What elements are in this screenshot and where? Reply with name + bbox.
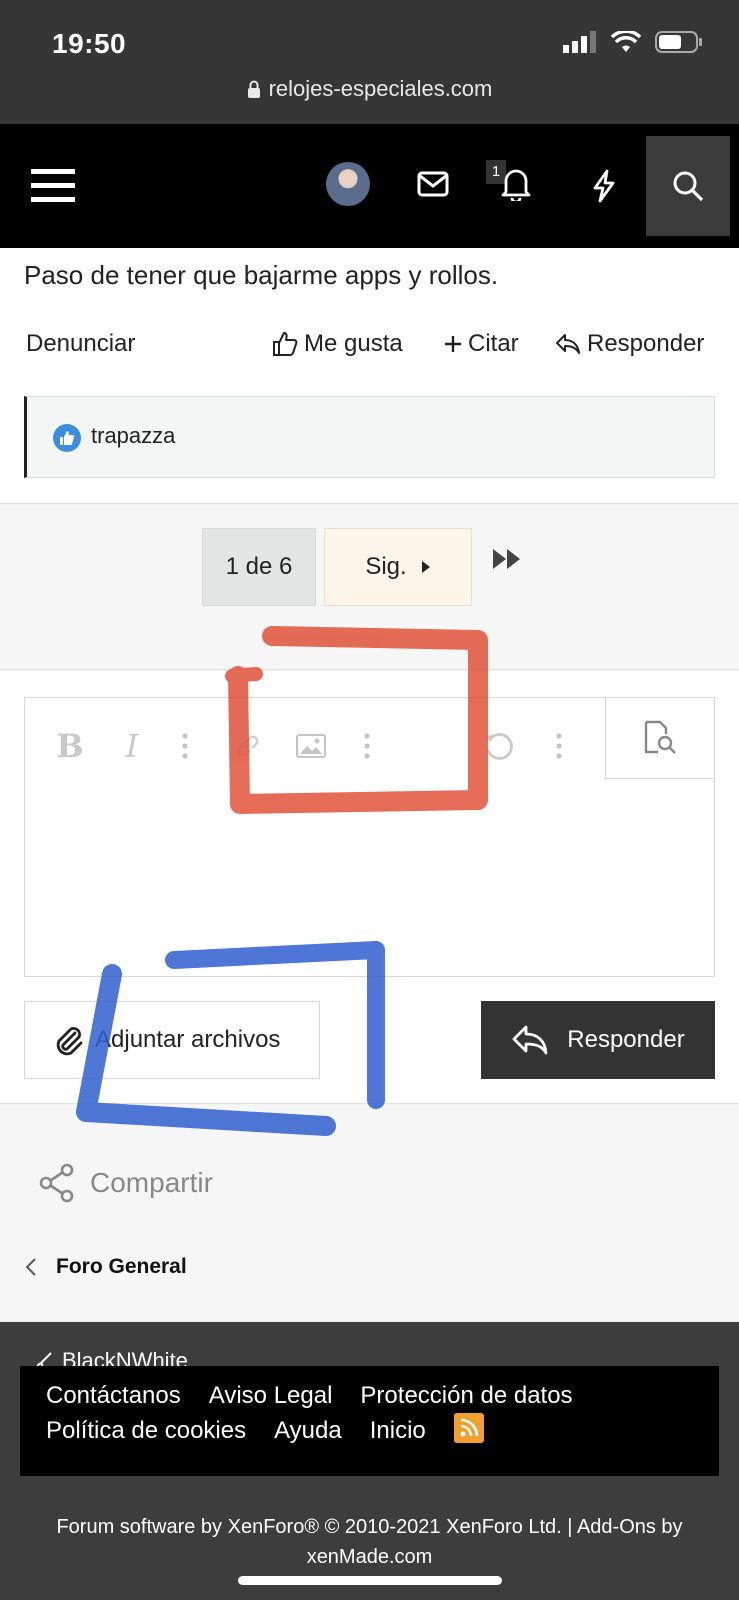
next-page-label: Sig. <box>365 553 407 580</box>
submit-reply-label: Responder <box>567 1026 685 1053</box>
footer-link-contact[interactable]: Contáctanos <box>46 1378 181 1413</box>
footer-link-privacy[interactable]: Protección de datos <box>360 1378 572 1413</box>
paperclip-icon <box>56 1027 83 1056</box>
italic-icon[interactable]: I <box>117 726 147 766</box>
plus-icon <box>445 336 461 352</box>
alerts-button[interactable] <box>494 160 538 208</box>
reaction-username: trapazza <box>91 423 176 448</box>
attach-files-button[interactable]: Adjuntar archivos <box>24 1001 320 1079</box>
bold-icon[interactable]: B <box>55 726 85 766</box>
preview-icon <box>644 720 676 754</box>
image-icon[interactable] <box>295 726 327 766</box>
reply-icon <box>556 334 580 354</box>
more-history-icon[interactable] <box>551 726 567 766</box>
url-text: relojes-especiales.com <box>268 76 493 101</box>
wifi-icon <box>611 31 641 52</box>
status-icons <box>563 30 703 54</box>
url-bar[interactable]: relojes-especiales.com <box>0 76 739 102</box>
post: Paso de tener que bajarme apps y rollos.… <box>0 248 739 504</box>
user-avatar[interactable] <box>326 162 370 206</box>
copyright: Forum software by XenForo® © 2010-2021 X… <box>0 1512 739 1572</box>
hamburger-icon <box>31 169 75 202</box>
last-page-button[interactable] <box>492 548 532 586</box>
reply-link[interactable]: Responder <box>555 330 704 358</box>
link-icon[interactable] <box>233 726 263 766</box>
fast-forward-icon <box>493 549 520 569</box>
page-jump-button[interactable]: 1 de 6 <box>202 528 316 606</box>
rss-icon[interactable] <box>453 1413 484 1443</box>
browser-status-bar: 19:50 relojes-especiales.com <box>0 0 739 124</box>
quote-button[interactable]: Citar <box>444 330 519 358</box>
bell-icon <box>501 169 531 201</box>
share-button[interactable]: Compartir <box>38 1163 213 1203</box>
lightning-icon <box>593 169 615 203</box>
quote-label: Citar <box>468 330 519 357</box>
signal-icon <box>563 31 596 53</box>
reactions-bar[interactable]: trapazza <box>24 396 715 478</box>
lock-icon <box>247 80 260 98</box>
copyright-line-2[interactable]: xenMade.com <box>24 1542 715 1572</box>
preview-button[interactable] <box>605 697 715 779</box>
more-options-icon[interactable] <box>177 726 193 766</box>
chevron-left-icon <box>26 1258 36 1276</box>
footer: BlackNWhite Contáctanos Aviso Legal Prot… <box>0 1322 739 1600</box>
share-icon <box>39 1163 74 1203</box>
pagination-area: 1 de 6 Sig. <box>0 505 739 670</box>
footer-link-home[interactable]: Inicio <box>370 1413 426 1448</box>
breadcrumb[interactable]: Foro General <box>26 1255 187 1279</box>
reply-label: Responder <box>587 330 705 357</box>
search-icon <box>673 171 704 202</box>
next-page-button[interactable]: Sig. <box>324 528 472 606</box>
message-editor[interactable]: B I <box>24 697 715 977</box>
forum-navbar: 1 <box>0 124 739 248</box>
battery-icon <box>655 31 702 53</box>
home-indicator <box>238 1576 502 1585</box>
more-insert-icon[interactable] <box>359 726 375 766</box>
quick-reply: B I Adjuntar archivos Responder <box>0 671 739 1104</box>
copyright-line-1: Forum software by XenForo® © 2010-2021 X… <box>56 1516 683 1538</box>
reply-arrow-icon <box>512 1025 548 1055</box>
attach-files-label: Adjuntar archivos <box>95 1026 281 1053</box>
report-link[interactable]: Denunciar <box>26 330 135 358</box>
menu-button[interactable] <box>26 160 80 210</box>
report-label: Denunciar <box>26 330 136 357</box>
like-button[interactable]: Me gusta <box>272 330 403 358</box>
thumbs-up-icon <box>273 332 298 356</box>
status-time: 19:50 <box>52 28 127 59</box>
share-area: Compartir Foro General <box>0 1105 739 1320</box>
like-reaction-icon <box>53 424 81 452</box>
share-label: Compartir <box>90 1167 213 1198</box>
mail-icon <box>417 171 449 197</box>
breadcrumb-label: Foro General <box>56 1255 187 1278</box>
footer-links: Contáctanos Aviso Legal Protección de da… <box>20 1366 719 1476</box>
undo-icon[interactable] <box>481 726 515 766</box>
like-label: Me gusta <box>304 330 403 357</box>
footer-link-legal[interactable]: Aviso Legal <box>209 1378 333 1413</box>
post-body: Paso de tener que bajarme apps y rollos. <box>24 260 499 290</box>
footer-link-help[interactable]: Ayuda <box>274 1413 342 1448</box>
post-actions: Denunciar Me gusta Citar Responder <box>0 330 739 370</box>
submit-reply-button[interactable]: Responder <box>481 1001 715 1079</box>
current-page-label: 1 de 6 <box>225 553 293 580</box>
whats-new-button[interactable] <box>584 164 624 208</box>
search-button[interactable] <box>646 136 730 236</box>
footer-link-cookies[interactable]: Política de cookies <box>46 1413 246 1448</box>
caret-right-icon <box>421 561 430 573</box>
inbox-button[interactable] <box>413 164 453 204</box>
